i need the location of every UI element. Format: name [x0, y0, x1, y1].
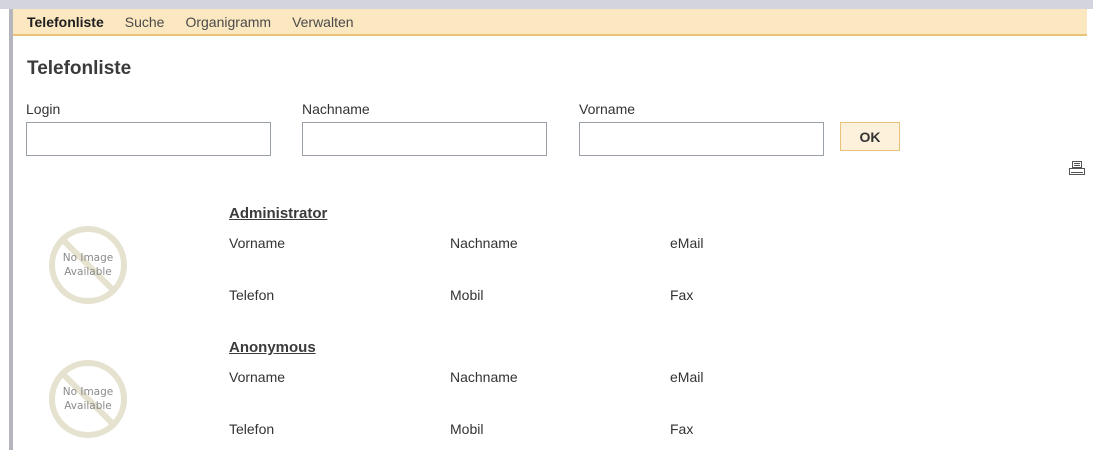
no-image-placeholder: No Image Available	[48, 225, 128, 305]
mobil-value: Mobil	[450, 287, 484, 303]
fax-value: Fax	[670, 421, 694, 437]
login-label: Login	[26, 101, 61, 117]
telefon-value: Telefon	[229, 287, 275, 303]
nav-item-organigramm[interactable]: Organigramm	[185, 14, 271, 30]
email-value: eMail	[670, 235, 704, 251]
no-image-text-line2: Available	[64, 266, 112, 278]
user-entry: No Image Available Anonymous Vorname Nac…	[13, 339, 1087, 464]
print-icon[interactable]	[1068, 160, 1086, 178]
no-image-placeholder: No Image Available	[48, 359, 128, 439]
nav-item-verwalten[interactable]: Verwalten	[292, 14, 353, 30]
no-image-text-line2: Available	[64, 400, 112, 412]
page-title: Telefonliste	[27, 58, 132, 79]
user-name-link[interactable]: Administrator	[229, 205, 327, 222]
no-image-text-line1: No Image	[62, 386, 114, 398]
telefon-value: Telefon	[229, 421, 275, 437]
vorname-value: Vorname	[229, 369, 286, 385]
nachname-label: Nachname	[302, 101, 370, 117]
vorname-input[interactable]	[579, 122, 824, 156]
nachname-value: Nachname	[450, 235, 518, 251]
nav-item-suche[interactable]: Suche	[125, 14, 165, 30]
vorname-value: Vorname	[229, 235, 286, 251]
fax-value: Fax	[670, 287, 694, 303]
mobil-value: Mobil	[450, 421, 484, 437]
main-navigation: Telefonliste Suche Organigramm Verwalten	[13, 9, 1087, 36]
ok-button[interactable]: OK	[840, 122, 900, 151]
login-input[interactable]	[26, 122, 271, 156]
user-entry: No Image Available Administrator Vorname…	[13, 205, 1087, 330]
user-name-link[interactable]: Anonymous	[229, 339, 316, 356]
nav-item-telefonliste[interactable]: Telefonliste	[27, 14, 104, 30]
no-image-text-line1: No Image	[62, 252, 114, 264]
email-value: eMail	[670, 369, 704, 385]
vorname-label: Vorname	[579, 101, 636, 117]
nachname-value: Nachname	[450, 369, 518, 385]
nachname-input[interactable]	[302, 122, 547, 156]
window-top-border	[0, 0, 1093, 9]
